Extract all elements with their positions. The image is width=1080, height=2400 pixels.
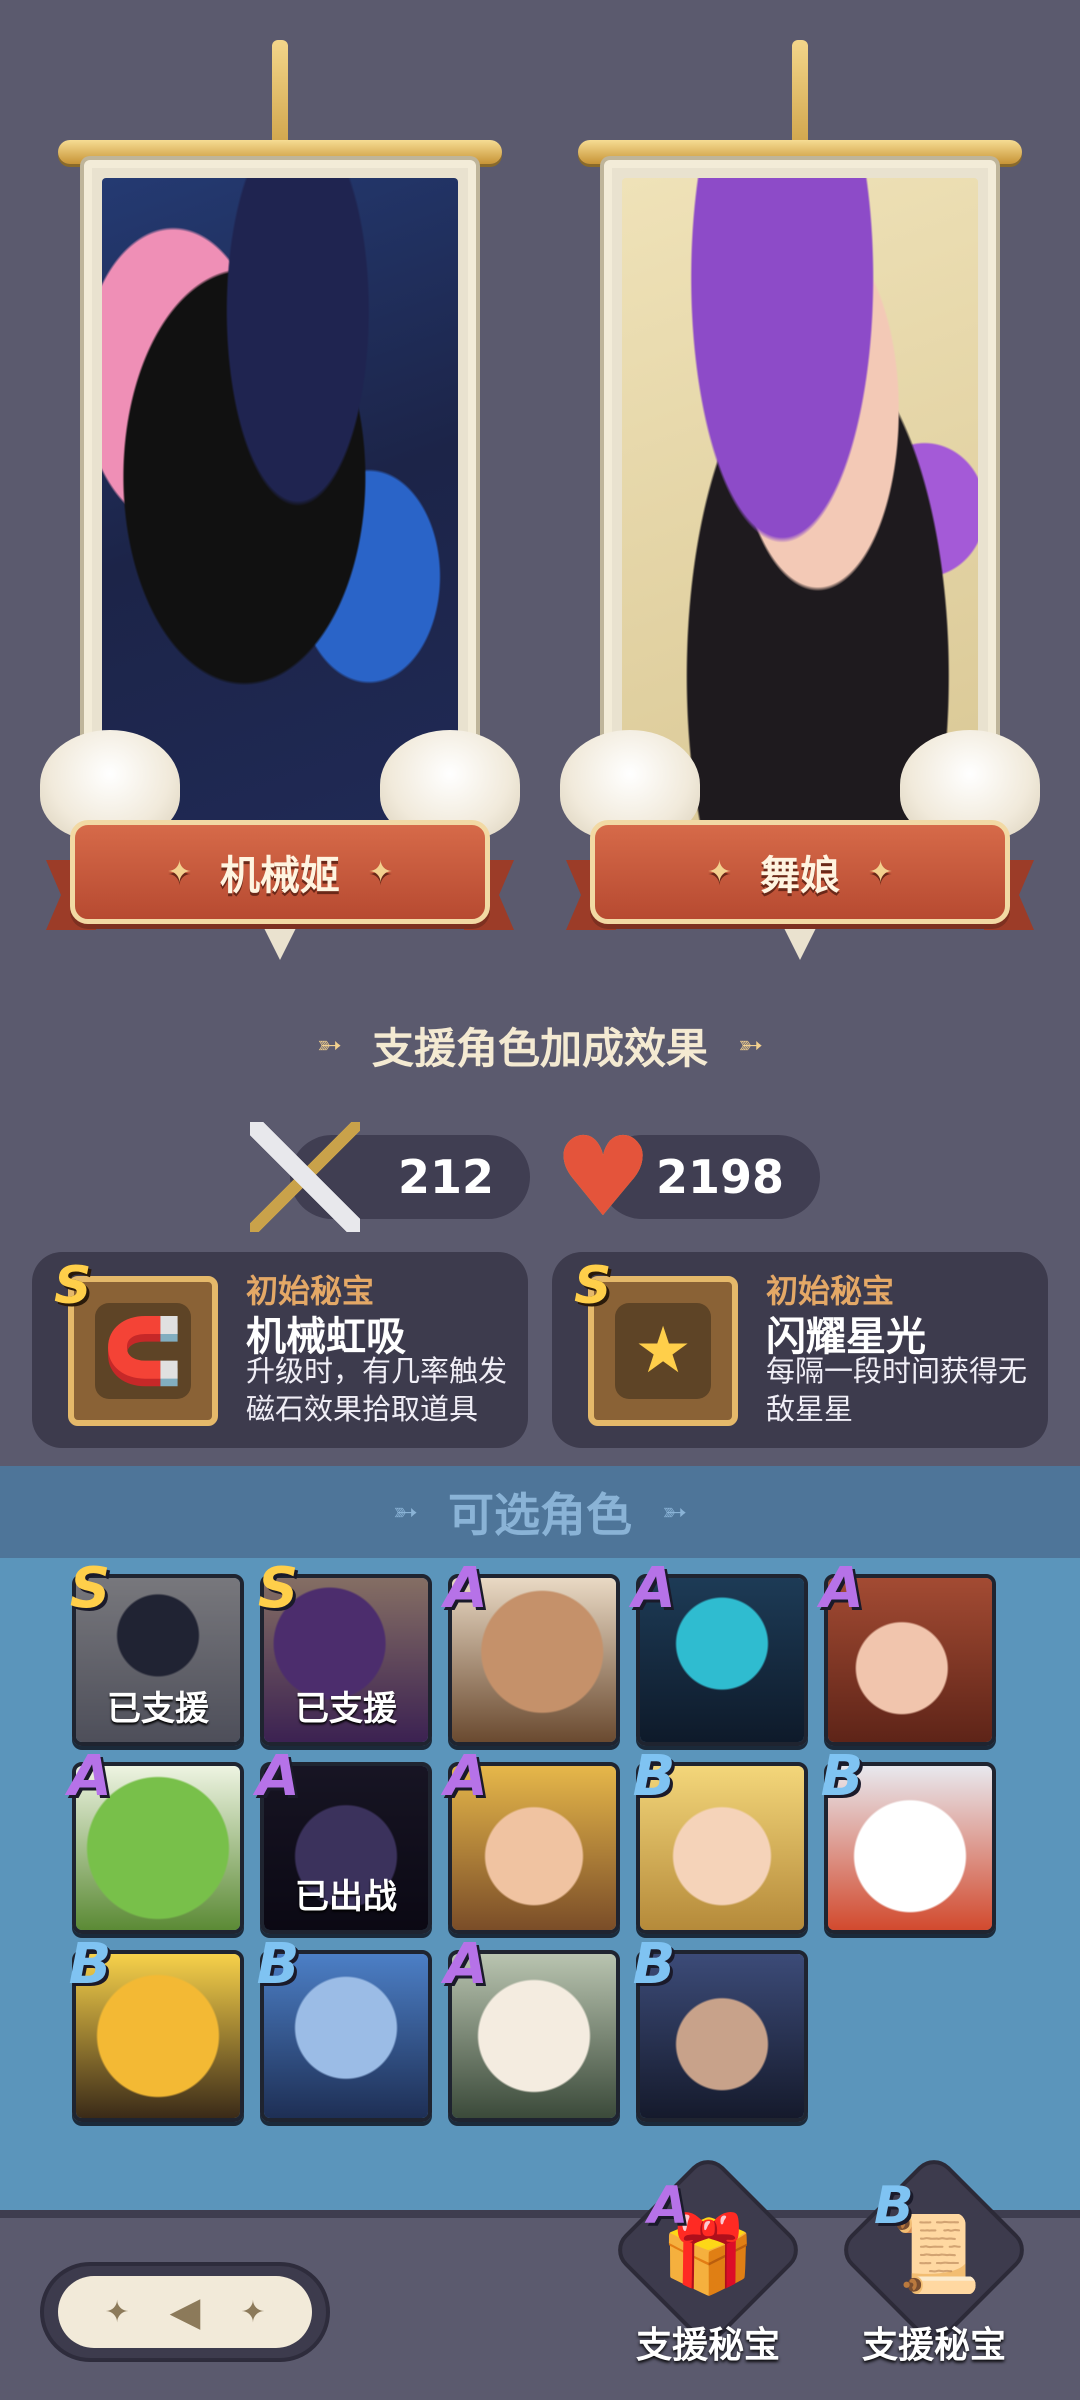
rank-badge: B xyxy=(256,1931,300,1997)
ornament-icon: ✦ xyxy=(166,854,192,890)
rank-badge: A xyxy=(648,2176,689,2236)
sparkle-icon: ✦ xyxy=(240,2294,266,2330)
bonus-section-title: ➳ 支援角色加成效果 ➳ xyxy=(0,1010,1080,1080)
rank-badge: S xyxy=(69,1555,111,1621)
rank-badge: A xyxy=(632,1555,676,1621)
rank-badge: B xyxy=(632,1743,676,1809)
banner-dancer[interactable]: ✦ 舞娘 ✦ xyxy=(560,40,1040,960)
sparkle-icon: ✦ xyxy=(104,2294,130,2330)
star-icon: ★ xyxy=(615,1303,711,1399)
sword-icon xyxy=(250,1122,360,1232)
rank-badge: S xyxy=(574,1256,612,1316)
back-arrow-icon: ◀ xyxy=(169,2289,201,2335)
rank-badge: B xyxy=(632,1931,676,1997)
banner-mech-girl[interactable]: ✦ 机械姬 ✦ xyxy=(40,40,520,960)
character-status: 已支援 xyxy=(295,1689,397,1729)
treasure-card[interactable]: 🧲 S 初始秘宝 机械虹吸 升级时，有几率触发磁石效果拾取道具 xyxy=(32,1252,528,1448)
rank-badge: S xyxy=(54,1256,92,1316)
rank-badge: B xyxy=(820,1743,864,1809)
support-treasure-a-button[interactable]: 🎁 A 支援秘宝 xyxy=(608,2151,808,2380)
treasure-desc: 升级时，有几率触发磁石效果拾取道具 xyxy=(246,1354,508,1426)
character-name: 舞娘 xyxy=(760,853,840,899)
character-status: 已支援 xyxy=(107,1689,209,1729)
heart-icon: ♥ xyxy=(553,1113,653,1241)
support-label: 支援秘宝 xyxy=(635,2325,780,2366)
rank-badge: S xyxy=(257,1555,299,1621)
ornament-icon: ✦ xyxy=(706,854,732,890)
ornament-icon: ✦ xyxy=(868,854,894,890)
health-value: 2198 xyxy=(655,1150,784,1204)
rank-badge: A xyxy=(68,1743,112,1809)
back-button[interactable]: ✦ ◀ ✦ xyxy=(40,2262,330,2362)
ornament-icon: ➳ xyxy=(662,1494,688,1530)
ornament-icon: ➳ xyxy=(738,1027,764,1063)
ornament-icon: ✦ xyxy=(368,854,394,890)
selectable-title: 可选角色 xyxy=(448,1488,632,1542)
ornament-icon: ➳ xyxy=(316,1027,342,1063)
magnet-spring-icon: 🧲 xyxy=(95,1303,191,1399)
support-label: 支援秘宝 xyxy=(861,2325,1006,2366)
treasure-card[interactable]: ★ S 初始秘宝 闪耀星光 每隔一段时间获得无敌星星 xyxy=(552,1252,1048,1448)
rank-badge: A xyxy=(820,1555,864,1621)
attack-value: 212 xyxy=(397,1150,494,1204)
rank-badge: A xyxy=(444,1931,488,1997)
character-name: 机械姬 xyxy=(220,853,340,899)
rank-badge: A xyxy=(444,1743,488,1809)
section-title-text: 支援角色加成效果 xyxy=(371,1023,708,1073)
rank-badge: A xyxy=(256,1743,300,1809)
treasure-desc: 每隔一段时间获得无敌星星 xyxy=(766,1354,1028,1426)
rank-badge: A xyxy=(444,1555,488,1621)
rank-badge: B xyxy=(874,2176,914,2236)
rank-badge: B xyxy=(68,1931,112,1997)
support-treasure-b-button[interactable]: 📜 B 支援秘宝 xyxy=(834,2151,1034,2380)
ornament-icon: ➳ xyxy=(392,1494,418,1530)
character-status: 已出战 xyxy=(295,1877,397,1917)
selectable-header: ➳ 可选角色 ➳ xyxy=(0,1466,1080,1558)
